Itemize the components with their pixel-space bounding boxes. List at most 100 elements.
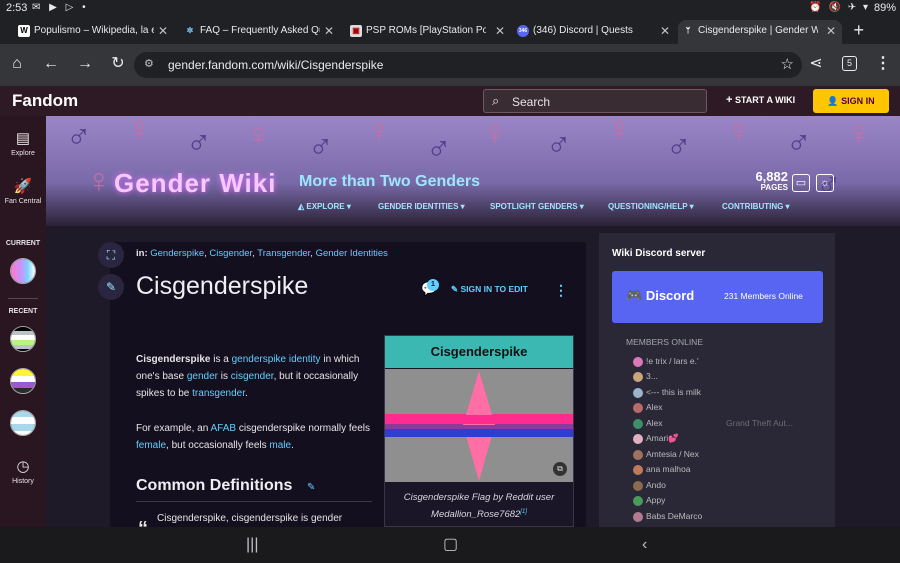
browser-menu-icon[interactable]: ⋮ xyxy=(872,54,894,74)
new-tab-button[interactable]: + xyxy=(853,18,864,42)
site-settings-icon[interactable]: ⚙ xyxy=(144,57,154,70)
home-button-icon[interactable]: ▢ xyxy=(443,536,458,554)
male-symbol-icon: ♂ xyxy=(786,124,812,162)
nav-explore[interactable]: ◭ EXPLORE ▾ xyxy=(298,202,351,211)
discussions-icon[interactable]: ▭ xyxy=(792,174,810,192)
member-item[interactable]: Babs DeMarco xyxy=(633,511,702,524)
section-edit-icon[interactable]: ✎ xyxy=(307,482,315,493)
rocket-icon: 🚀 xyxy=(13,178,33,195)
status-bar: 2:53 ✉ ▶ ▷ • ⏰ 🔇 ✈ ▾ 89% xyxy=(0,0,900,18)
male-symbol-icon: ♂ xyxy=(66,118,92,156)
category-cisgender[interactable]: Cisgender xyxy=(209,248,252,259)
recent-wiki-flag[interactable] xyxy=(10,410,36,436)
back-button-icon[interactable]: ‹ xyxy=(642,536,647,554)
close-icon[interactable]: ✕ xyxy=(158,20,168,42)
gender-wiki-icon: ᛘ xyxy=(685,26,691,35)
more-options-icon[interactable]: ⋮ xyxy=(554,282,568,299)
flag-graphic xyxy=(385,369,573,482)
category-gender-identities[interactable]: Gender Identities xyxy=(316,248,388,259)
home-icon[interactable]: ⌂ xyxy=(6,54,28,74)
fandom-logo[interactable]: Fandom xyxy=(12,91,78,111)
theme-toggle-icon[interactable]: ☼ xyxy=(816,174,834,192)
bookmark-star-icon[interactable]: ☆ xyxy=(781,55,794,73)
close-icon[interactable]: ✕ xyxy=(660,20,670,42)
recent-label: RECENT xyxy=(8,308,38,315)
member-item[interactable]: <--- this is milk xyxy=(633,387,701,400)
member-item[interactable]: 3... xyxy=(633,371,658,384)
recent-wiki-nonbinary-flag[interactable] xyxy=(10,368,36,394)
nav-contributing[interactable]: CONTRIBUTING ▾ xyxy=(722,202,790,211)
tab-gender-wiki[interactable]: ᛘ Cisgenderspike | Gender Wiki ✕ xyxy=(678,20,842,44)
wiki-tagline: More than Two Genders xyxy=(299,173,481,190)
link-female[interactable]: female xyxy=(136,440,166,451)
link-gender[interactable]: gender xyxy=(187,371,218,382)
link-afab[interactable]: AFAB xyxy=(210,423,236,434)
member-item[interactable]: Ando xyxy=(633,480,666,493)
recent-apps-icon[interactable]: ||| xyxy=(246,536,258,554)
cisgenderspike-flag-image[interactable]: ⧉ xyxy=(385,369,573,482)
category-transgender[interactable]: Transgender xyxy=(257,248,310,259)
member-item[interactable]: Amari💕 xyxy=(633,433,679,446)
male-symbol-icon: ♂ xyxy=(546,126,572,164)
history-rail-button[interactable]: ◷ History xyxy=(0,458,46,486)
tab-wikipedia[interactable]: W Populismo – Wikipedia, la enciclopedia… xyxy=(14,20,174,44)
reload-icon[interactable]: ↻ xyxy=(107,54,129,74)
expand-image-icon[interactable]: ⧉ xyxy=(553,462,567,476)
fullscreen-icon[interactable]: ⛶ xyxy=(98,242,124,268)
current-wiki-avatar[interactable] xyxy=(10,258,36,284)
share-icon[interactable]: ⋖ xyxy=(805,54,827,74)
tab-count-button[interactable]: 5 xyxy=(842,56,857,71)
sign-in-to-edit-link[interactable]: ✎ SIGN IN TO EDIT xyxy=(451,284,528,295)
close-icon[interactable]: ✕ xyxy=(324,20,334,42)
link-male[interactable]: male xyxy=(269,440,291,451)
member-item[interactable]: Alex Grand Theft Aut... xyxy=(633,418,803,431)
search-input[interactable]: ⌕ Search xyxy=(483,89,707,113)
nav-questioning-help[interactable]: QUESTIONING/HELP ▾ xyxy=(608,202,694,211)
member-item[interactable]: !e trix / lars e.' xyxy=(633,356,699,369)
explore-rail-button[interactable]: ▤ Explore xyxy=(0,130,46,158)
fandom-left-rail: ▤ Explore 🚀 Fan Central CURRENT RECENT ◷… xyxy=(0,116,46,527)
member-item[interactable]: Appy xyxy=(633,495,665,508)
member-item[interactable]: ana malhoa xyxy=(633,464,690,477)
recent-wiki-agender-flag[interactable] xyxy=(10,326,36,352)
member-item[interactable]: Alex xyxy=(633,402,663,415)
member-item[interactable]: Amtesia / Nex xyxy=(633,449,699,462)
discord-card[interactable]: 🎮 Discord 231 Members Online xyxy=(612,271,823,323)
wiki-title[interactable]: Gender Wiki xyxy=(114,168,276,199)
back-icon[interactable]: ← xyxy=(40,54,62,74)
tab-faq[interactable]: ✲ FAQ – Frequently Asked Questions ✕ xyxy=(180,20,340,44)
search-icon: ⌕ xyxy=(492,93,500,108)
close-icon[interactable]: ✕ xyxy=(495,20,505,42)
link-genderspike[interactable]: genderspike xyxy=(232,354,286,365)
start-wiki-link[interactable]: + START A WIKI xyxy=(726,94,795,106)
rail-divider xyxy=(8,298,38,299)
avatar xyxy=(633,371,643,382)
tab-psp-roms[interactable]: ▣ PSP ROMs [PlayStation Portable] ✕ xyxy=(346,20,511,44)
current-label: CURRENT xyxy=(5,240,41,247)
status-time: 2:53 xyxy=(6,2,28,14)
notification-icons: ✉ ▶ ▷ • xyxy=(32,2,89,13)
link-transgender[interactable]: transgender xyxy=(192,388,245,399)
link-cisgender[interactable]: cisgender xyxy=(231,371,274,382)
avatar xyxy=(633,402,643,413)
comment-count-badge: 1 xyxy=(427,279,439,291)
sign-in-button[interactable]: 👤 SIGN IN xyxy=(813,89,889,113)
female-symbol-icon: ♀ xyxy=(126,116,152,148)
category-genderspike[interactable]: Genderspike xyxy=(150,248,204,259)
reference-link[interactable]: [1] xyxy=(520,509,527,515)
close-icon[interactable]: ✕ xyxy=(826,20,836,42)
forward-icon[interactable]: → xyxy=(74,54,96,74)
edit-pencil-icon[interactable]: ✎ xyxy=(98,274,124,300)
address-bar[interactable]: ⚙ gender.fandom.com/wiki/Cisgenderspike … xyxy=(134,52,802,78)
search-placeholder: Search xyxy=(512,95,551,109)
member-activity: Grand Theft Aut... xyxy=(726,418,793,428)
link-identity[interactable]: identity xyxy=(289,354,321,365)
fan-central-rail-button[interactable]: 🚀 Fan Central xyxy=(0,178,46,206)
nav-gender-identities[interactable]: GENDER IDENTITIES ▾ xyxy=(378,202,465,211)
tab-discord[interactable]: 346 (346) Discord | Quests ✕ xyxy=(513,20,676,44)
url-text[interactable]: gender.fandom.com/wiki/Cisgenderspike xyxy=(168,58,383,72)
male-symbol-icon: ♂ xyxy=(426,130,452,168)
nav-spotlight-genders[interactable]: SPOTLIGHT GENDERS ▾ xyxy=(490,202,584,211)
article-paragraph-2: For example, an AFAB cisgenderspike norm… xyxy=(136,423,371,451)
female-symbol-icon: ♀ xyxy=(482,116,508,152)
